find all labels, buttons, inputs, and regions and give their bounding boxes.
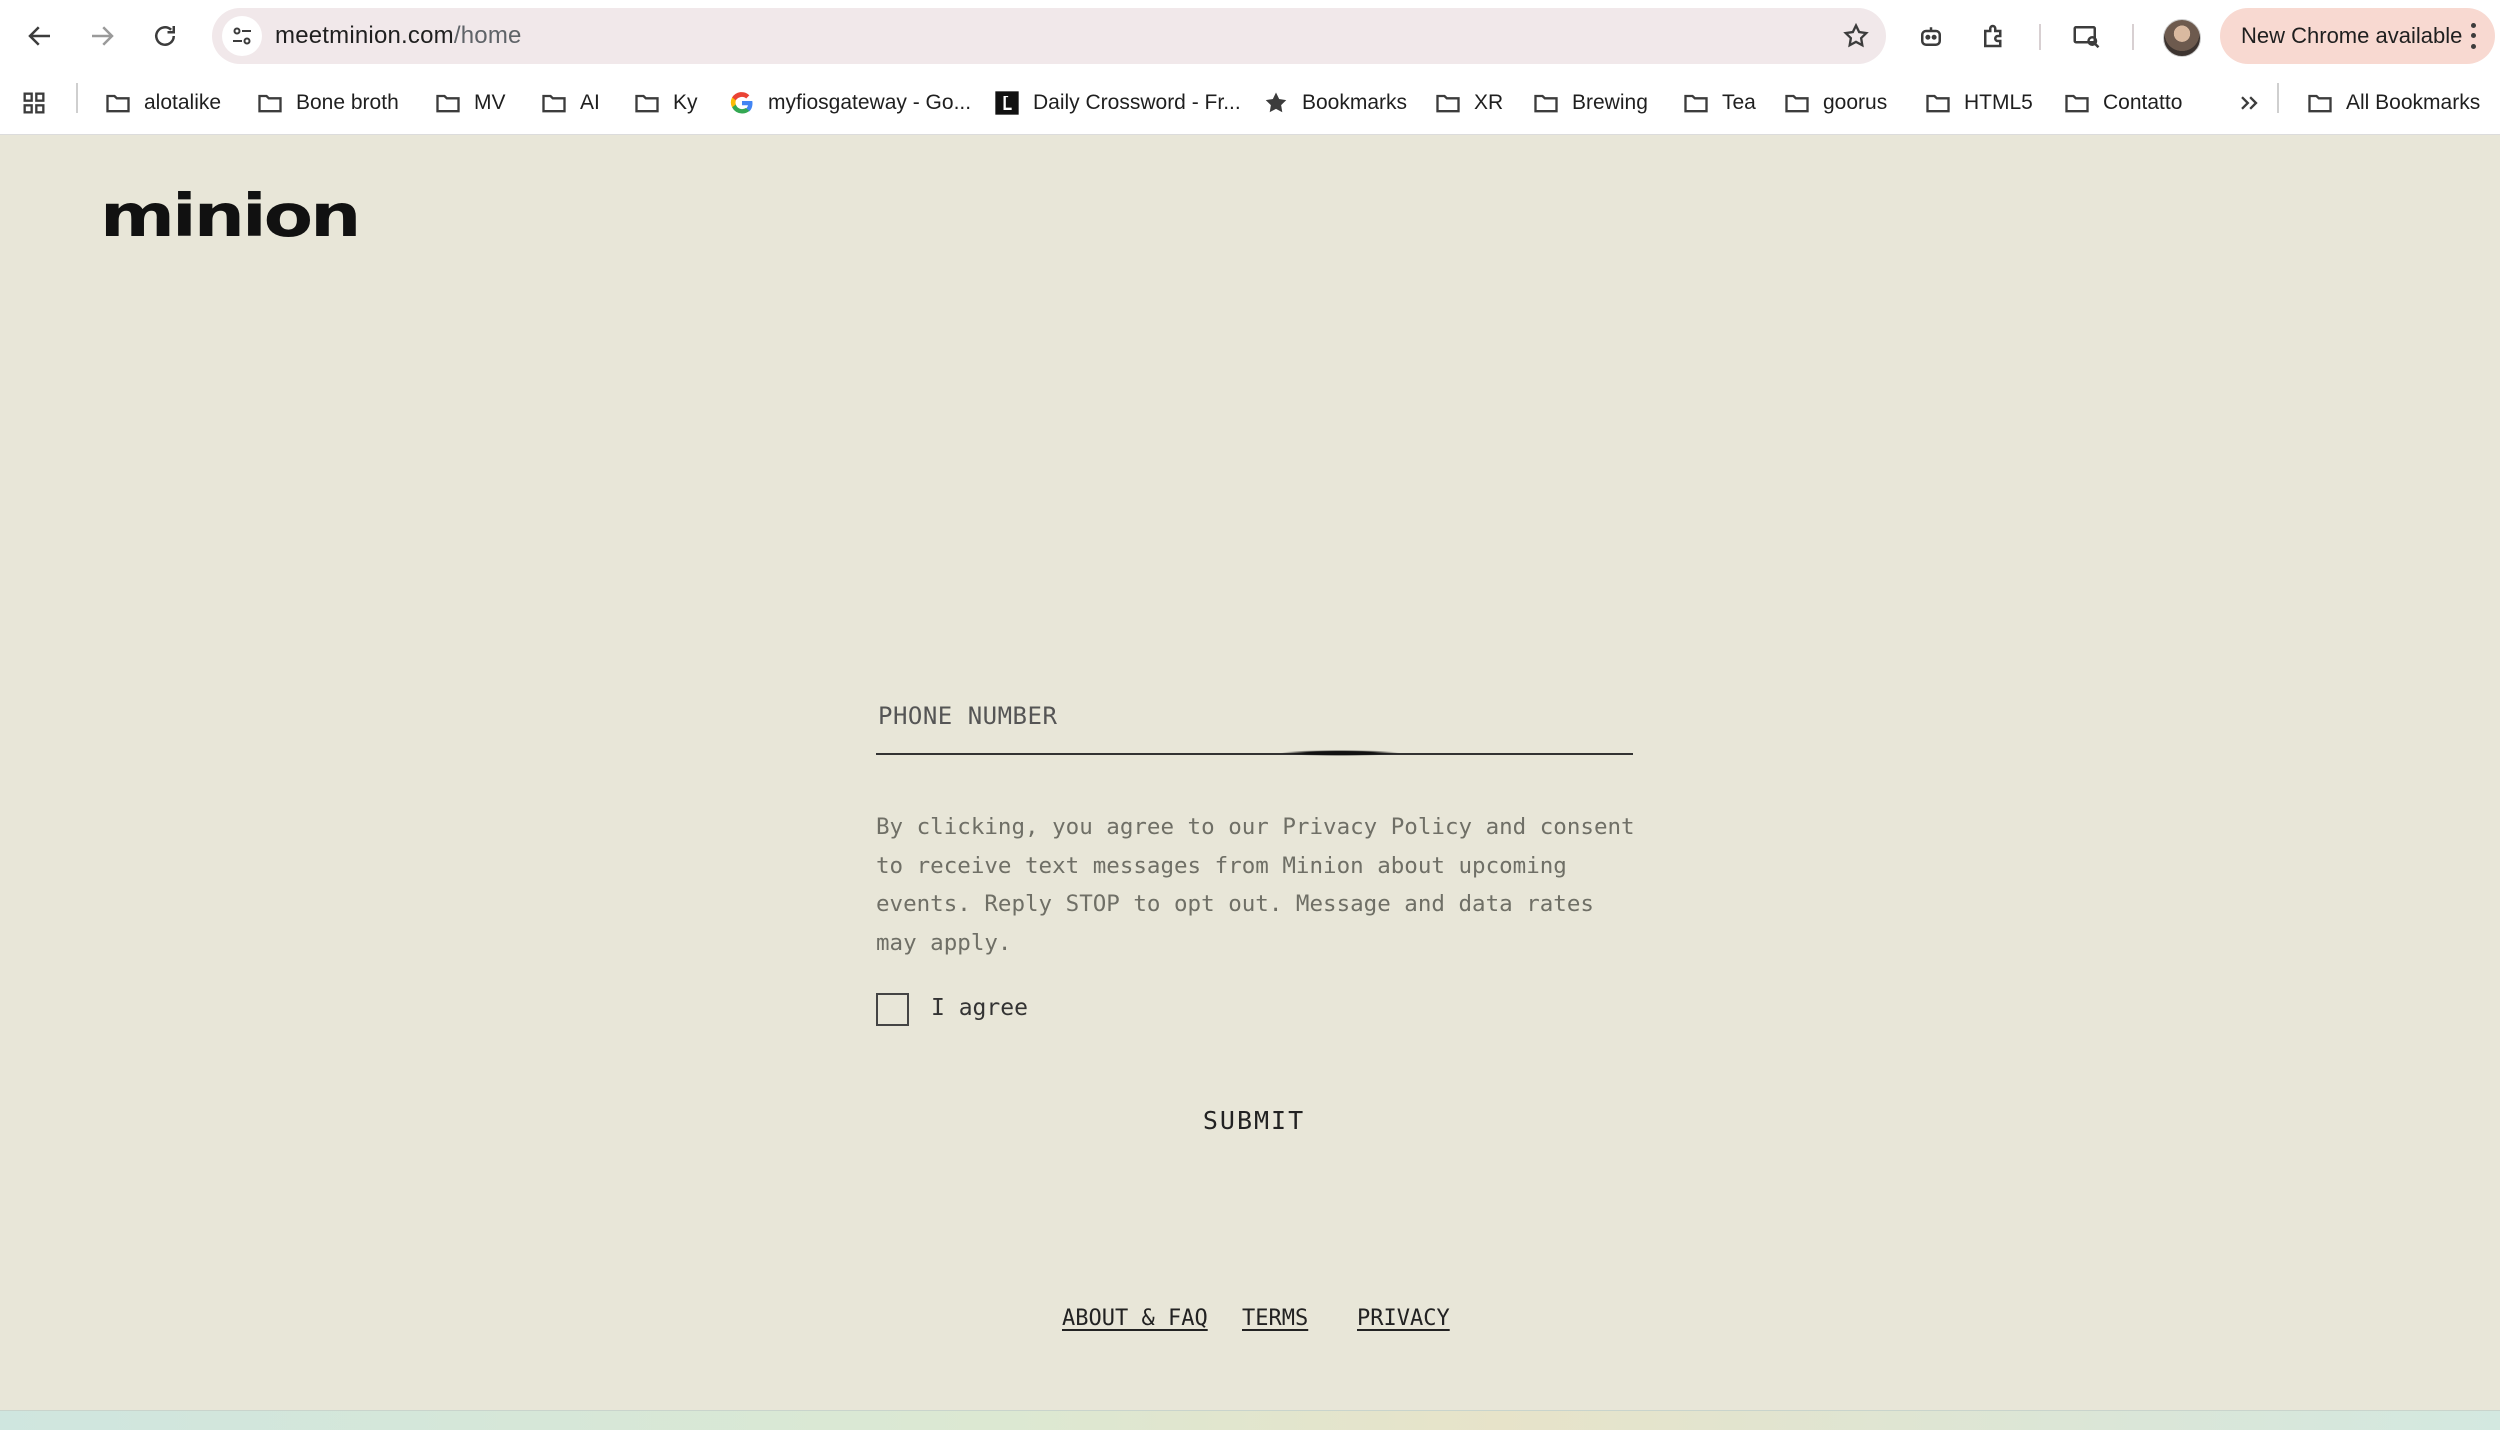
reload-icon <box>155 26 175 46</box>
footer-link-privacy[interactable]: PRIVACY <box>1357 1306 1450 1331</box>
back-button[interactable] <box>18 14 62 58</box>
star-outline-icon <box>1843 22 1869 48</box>
bookmark-label: Brewing <box>1572 91 1648 114</box>
all-bookmarks-button[interactable]: All Bookmarks <box>2306 87 2480 119</box>
star-icon <box>1262 89 1302 117</box>
url-text[interactable]: meetminion.com/home <box>275 22 522 50</box>
browser-toolbar: meetminion.com/home New Chrome available <box>0 0 2500 72</box>
folder-icon <box>1532 89 1572 117</box>
folder-icon <box>2063 89 2103 117</box>
bookmark-label: Contatto <box>2103 91 2183 114</box>
bookmark-label: alotalike <box>144 91 222 114</box>
bookmark-label: Tea <box>1722 91 1756 114</box>
forward-button[interactable] <box>80 14 124 58</box>
bookmark-label: MV <box>474 91 506 114</box>
bookmark-item[interactable]: Contatto <box>2063 87 2182 119</box>
bookmark-item[interactable]: Bone broth <box>256 87 399 119</box>
bookmark-label: XR <box>1474 91 1504 114</box>
kebab-menu-icon[interactable] <box>2463 20 2483 52</box>
submit-button[interactable]: SUBMIT <box>1150 1098 1358 1142</box>
folder-icon <box>1682 89 1722 117</box>
bookmark-label: myfiosgateway - Go... <box>768 91 972 114</box>
folder-icon <box>104 89 144 117</box>
chrome-update-button[interactable]: New Chrome available <box>2220 8 2495 64</box>
bookmark-item[interactable]: Ky <box>633 87 698 119</box>
bookmark-item[interactable]: XR <box>1434 87 1503 119</box>
profile-avatar[interactable] <box>2163 19 2201 57</box>
robot-icon <box>1921 27 1941 46</box>
extensions-button[interactable] <box>1974 16 2014 56</box>
bookmark-item[interactable]: MV <box>434 87 506 119</box>
update-label: New Chrome available <box>2241 23 2463 48</box>
folder-icon <box>434 89 474 117</box>
folder-icon <box>1434 89 1474 117</box>
bookmarks-divider <box>76 83 78 113</box>
apps-button[interactable] <box>20 87 60 119</box>
google-icon <box>728 89 768 117</box>
phone-input-underline-accent <box>1280 750 1400 756</box>
folder-icon <box>1924 89 1964 117</box>
bookmark-item[interactable]: goorus <box>1783 87 1887 119</box>
bookmark-item[interactable]: AI <box>540 87 600 119</box>
bookmark-label: AI <box>580 91 600 114</box>
bookmark-item[interactable]: Daily Crossword - Fr... <box>993 87 1241 119</box>
folder-icon <box>540 89 580 117</box>
bookmark-label: Bookmarks <box>1302 91 1408 114</box>
bookmark-item[interactable]: alotalike <box>104 87 221 119</box>
toolbar-divider <box>2039 24 2041 50</box>
bookmarks-divider <box>2277 83 2279 113</box>
reload-button[interactable] <box>143 14 187 58</box>
agree-checkbox[interactable] <box>876 993 909 1026</box>
bookmark-label: HTML5 <box>1964 91 2033 114</box>
bookmark-item[interactable]: myfiosgateway - Go... <box>728 87 971 119</box>
cast-search-button[interactable] <box>2066 16 2106 56</box>
folder-icon <box>1783 89 1823 117</box>
consent-text: By clicking, you agree to our Privacy Po… <box>876 814 1635 956</box>
folder-icon <box>2308 94 2332 113</box>
toolbar-divider <box>2132 24 2134 50</box>
arrow-left-icon <box>28 26 50 46</box>
bookmark-star-button[interactable] <box>1840 20 1872 52</box>
footer-link-terms[interactable]: TERMS <box>1242 1306 1308 1331</box>
bookmark-label: Ky <box>673 91 698 114</box>
bookmarks-bar: alotalike Bone broth MV AI Ky myfiosgateway -… <box>0 72 2500 135</box>
arrow-right-icon <box>92 26 114 46</box>
bookmark-item[interactable]: Brewing <box>1532 87 1648 119</box>
url-path: /home <box>453 22 522 49</box>
phone-input-underline <box>876 753 1633 755</box>
bookmark-item[interactable]: Bookmarks <box>1262 87 1407 119</box>
phone-number-input[interactable] <box>876 690 1636 742</box>
bookmark-label: goorus <box>1823 91 1888 114</box>
folder-icon <box>633 89 673 117</box>
bookmark-item[interactable]: Tea <box>1682 87 1756 119</box>
folder-icon <box>256 89 296 117</box>
url-domain: meetminion.com <box>275 22 454 49</box>
agree-label[interactable]: I agree <box>931 995 1028 1021</box>
address-bar[interactable]: meetminion.com/home <box>212 8 1886 64</box>
bookmarks-overflow-button[interactable] <box>2235 87 2275 119</box>
os-taskbar <box>0 1410 2500 1430</box>
footer-link-about[interactable]: ABOUT & FAQ <box>1062 1306 1208 1331</box>
bookmark-item[interactable]: HTML5 <box>1924 87 2033 119</box>
bookmark-label: Daily Crossword - Fr... <box>1033 91 1241 114</box>
assistant-button[interactable] <box>1911 16 1951 56</box>
all-bookmarks-label: All Bookmarks <box>2346 91 2481 114</box>
site-info-icon[interactable] <box>222 16 262 56</box>
chevron-double-right-icon <box>2241 96 2258 110</box>
crossword-icon <box>993 89 1033 117</box>
apps-grid-icon <box>23 92 45 114</box>
bookmark-label: Bone broth <box>296 91 399 114</box>
screen-search-icon <box>2073 26 2100 49</box>
puzzle-icon <box>1984 24 2002 48</box>
minion-logo[interactable]: minion <box>100 186 361 245</box>
